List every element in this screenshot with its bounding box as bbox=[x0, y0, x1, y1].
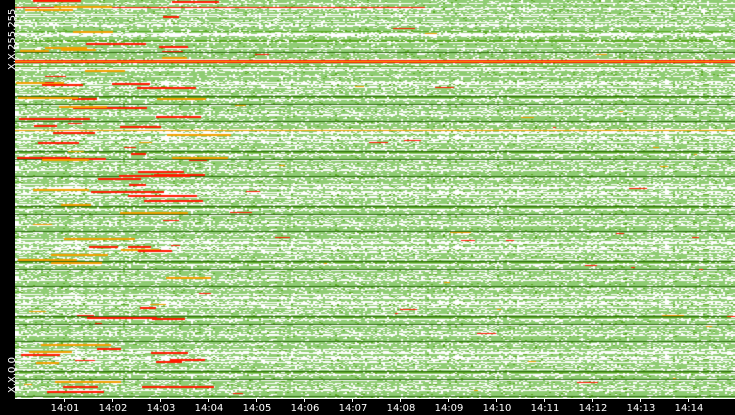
x-tick-label: 14:04 bbox=[194, 403, 224, 414]
x-tick bbox=[304, 398, 305, 402]
x-tick-label: 14:08 bbox=[386, 403, 416, 414]
x-tick bbox=[352, 398, 353, 402]
x-tick bbox=[448, 398, 449, 402]
x-tick-label: 14:13 bbox=[626, 403, 656, 414]
x-tick bbox=[112, 398, 113, 402]
x-tick-label: 14:11 bbox=[530, 403, 560, 414]
x-tick bbox=[256, 398, 257, 402]
heatmap-plot-area bbox=[15, 0, 735, 398]
x-tick-label: 14:05 bbox=[242, 403, 272, 414]
x-tick-label: 14:02 bbox=[98, 403, 128, 414]
x-tick bbox=[160, 398, 161, 402]
x-tick bbox=[688, 398, 689, 402]
x-tick bbox=[400, 398, 401, 402]
x-tick bbox=[592, 398, 593, 402]
x-tick bbox=[208, 398, 209, 402]
x-tick-label: 14:07 bbox=[338, 403, 368, 414]
x-tick-label: 14:14 bbox=[674, 403, 704, 414]
x-tick bbox=[64, 398, 65, 402]
x-tick-label: 14:09 bbox=[434, 403, 464, 414]
x-tick bbox=[640, 398, 641, 402]
x-tick-label: 14:06 bbox=[290, 403, 320, 414]
heatmap-cells bbox=[15, 0, 735, 398]
x-tick-label: 14:01 bbox=[50, 403, 80, 414]
heatmap-chart: X.X.255.255 X.X.0.0 14:01 14:02 14:03 14:04… bbox=[0, 0, 735, 415]
x-tick-label: 14:10 bbox=[482, 403, 512, 414]
y-axis: X.X.255.255 X.X.0.0 bbox=[0, 0, 18, 398]
x-tick-label: 14:03 bbox=[146, 403, 176, 414]
x-axis-line bbox=[15, 398, 735, 399]
x-tick bbox=[544, 398, 545, 402]
x-tick-label: 14:12 bbox=[578, 403, 608, 414]
x-axis: 14:01 14:02 14:03 14:04 14:05 14:06 14:07 14:08… bbox=[15, 398, 735, 415]
x-tick bbox=[496, 398, 497, 402]
